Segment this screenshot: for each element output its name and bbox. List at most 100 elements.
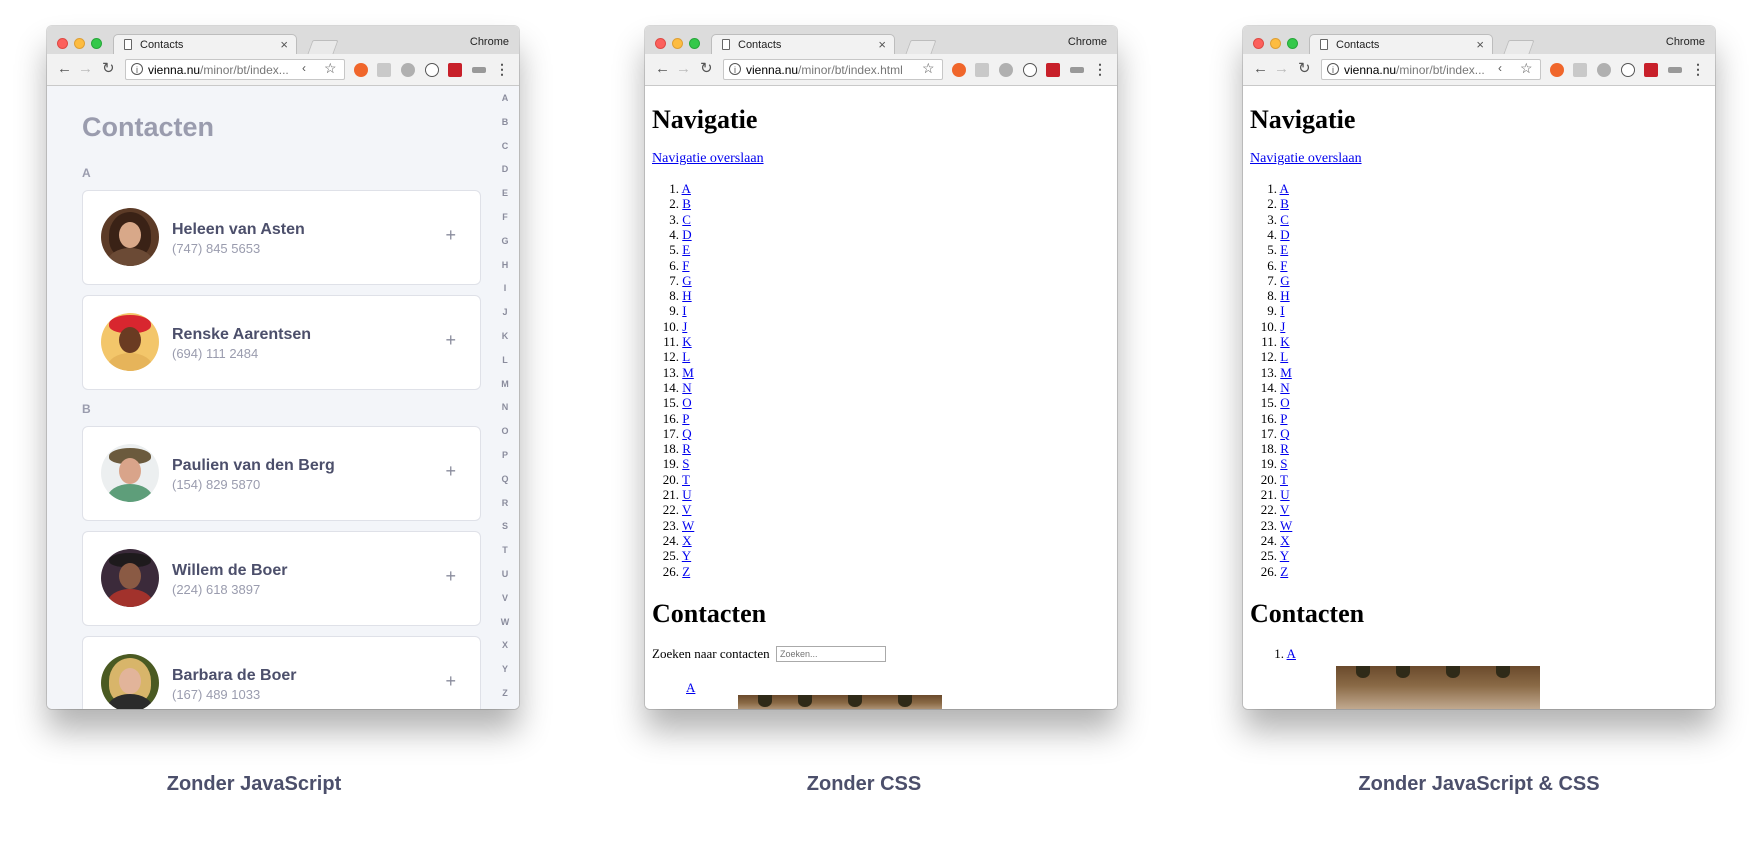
close-tab-icon[interactable]: ×	[1476, 37, 1484, 52]
alphabet-link[interactable]: C	[682, 212, 691, 227]
info-extension-icon[interactable]	[425, 63, 439, 77]
contact-card[interactable]: Paulien van den Berg (154) 829 5870 +	[82, 426, 481, 521]
maximize-window-button[interactable]	[1287, 38, 1298, 49]
skip-nav-link[interactable]: Navigatie overslaan	[652, 151, 764, 167]
address-bar[interactable]: i vienna.nu/minor/bt/index... ‹ ☆	[1321, 59, 1541, 80]
info-icon[interactable]: i	[131, 63, 143, 75]
reload-icon[interactable]: ↻	[700, 59, 713, 79]
alphabet-link[interactable]: Q	[1280, 426, 1289, 441]
share-icon[interactable]: ‹	[302, 61, 306, 75]
section-link-a[interactable]: A	[1287, 646, 1296, 661]
alphabet-index-letter[interactable]: I	[498, 283, 512, 293]
close-tab-icon[interactable]: ×	[878, 37, 886, 52]
extension-gray-icon[interactable]	[999, 63, 1013, 77]
alphabet-link[interactable]: A	[682, 181, 691, 196]
add-contact-icon[interactable]: +	[445, 461, 456, 482]
extension-orange-icon[interactable]	[354, 63, 368, 77]
contact-card[interactable]: Heleen van Asten (747) 845 5653 +	[82, 190, 481, 285]
tab-contacts[interactable]: Contacts ×	[113, 34, 297, 55]
alphabet-link[interactable]: B	[1280, 196, 1289, 211]
alphabet-index-letter[interactable]: C	[498, 141, 512, 151]
alphabet-link[interactable]: P	[682, 411, 689, 426]
menu-icon[interactable]: ⋮	[495, 60, 509, 78]
info-icon[interactable]: i	[729, 63, 741, 75]
alphabet-index-letter[interactable]: R	[498, 498, 512, 508]
alphabet-index-letter[interactable]: D	[498, 164, 512, 174]
alphabet-link[interactable]: Z	[1280, 564, 1288, 579]
alphabet-index-letter[interactable]: V	[498, 593, 512, 603]
alphabet-link[interactable]: Y	[1280, 548, 1289, 563]
alphabet-index-letter[interactable]: E	[498, 188, 512, 198]
glasses-icon[interactable]	[1070, 67, 1084, 73]
alphabet-link[interactable]: I	[682, 303, 686, 318]
alphabet-link[interactable]: V	[682, 502, 691, 517]
alphabet-link[interactable]: T	[1280, 472, 1288, 487]
reload-icon[interactable]: ↻	[102, 59, 115, 79]
alphabet-link[interactable]: R	[1280, 441, 1289, 456]
alphabet-link[interactable]: O	[682, 395, 691, 410]
alphabet-link[interactable]: E	[1280, 242, 1288, 257]
close-window-button[interactable]	[655, 38, 666, 49]
reload-icon[interactable]: ↻	[1298, 59, 1311, 79]
new-tab-button[interactable]	[1503, 40, 1535, 54]
close-window-button[interactable]	[1253, 38, 1264, 49]
bookmark-star-icon[interactable]: ☆	[922, 60, 935, 77]
menu-icon[interactable]: ⋮	[1093, 60, 1107, 78]
alphabet-index-letter[interactable]: U	[498, 569, 512, 579]
camera-icon[interactable]	[975, 63, 989, 77]
alphabet-index-letter[interactable]: Z	[498, 688, 512, 698]
alphabet-link[interactable]: S	[1280, 456, 1287, 471]
section-link-a[interactable]: A	[686, 680, 695, 696]
alphabet-index-letter[interactable]: M	[498, 379, 512, 389]
alphabet-link[interactable]: W	[1280, 518, 1292, 533]
alphabet-link[interactable]: H	[1280, 288, 1289, 303]
tab-contacts[interactable]: Contacts ×	[711, 34, 895, 55]
add-contact-icon[interactable]: +	[445, 671, 456, 692]
alphabet-link[interactable]: K	[682, 334, 691, 349]
alphabet-index-letter[interactable]: J	[498, 307, 512, 317]
alphabet-index-letter[interactable]: G	[498, 236, 512, 246]
alphabet-link[interactable]: S	[682, 456, 689, 471]
alphabet-link[interactable]: M	[1280, 365, 1292, 380]
alphabet-index-letter[interactable]: T	[498, 545, 512, 555]
back-arrow-icon[interactable]: ←	[655, 59, 670, 79]
new-tab-button[interactable]	[905, 40, 937, 54]
alphabet-link[interactable]: L	[1280, 349, 1288, 364]
contact-card[interactable]: Barbara de Boer (167) 489 1033 +	[82, 636, 481, 709]
camera-icon[interactable]	[1573, 63, 1587, 77]
info-extension-icon[interactable]	[1621, 63, 1635, 77]
alphabet-link[interactable]: X	[682, 533, 691, 548]
alphabet-link[interactable]: F	[1280, 258, 1287, 273]
alphabet-link[interactable]: U	[1280, 487, 1289, 502]
back-arrow-icon[interactable]: ←	[57, 59, 72, 79]
contact-card[interactable]: Renske Aarentsen (694) 111 2484 +	[82, 295, 481, 390]
alphabet-link[interactable]: Z	[682, 564, 690, 579]
minimize-window-button[interactable]	[1270, 38, 1281, 49]
minimize-window-button[interactable]	[672, 38, 683, 49]
alphabet-link[interactable]: D	[1280, 227, 1289, 242]
alphabet-link[interactable]: F	[682, 258, 689, 273]
share-icon[interactable]: ‹	[1498, 61, 1502, 75]
forward-arrow-icon[interactable]: →	[676, 59, 691, 79]
alphabet-index-letter[interactable]: B	[498, 117, 512, 127]
add-contact-icon[interactable]: +	[445, 225, 456, 246]
alphabet-link[interactable]: D	[682, 227, 691, 242]
info-icon[interactable]: i	[1327, 63, 1339, 75]
alphabet-link[interactable]: H	[682, 288, 691, 303]
alphabet-link[interactable]: E	[682, 242, 690, 257]
alphabet-link[interactable]: K	[1280, 334, 1289, 349]
maximize-window-button[interactable]	[91, 38, 102, 49]
alphabet-link[interactable]: L	[682, 349, 690, 364]
info-extension-icon[interactable]	[1023, 63, 1037, 77]
alphabet-link[interactable]: B	[682, 196, 691, 211]
alphabet-link[interactable]: U	[682, 487, 691, 502]
extension-gray-icon[interactable]	[1597, 63, 1611, 77]
contact-card[interactable]: Willem de Boer (224) 618 3897 +	[82, 531, 481, 626]
add-contact-icon[interactable]: +	[445, 566, 456, 587]
glasses-icon[interactable]	[1668, 67, 1682, 73]
alphabet-index-letter[interactable]: K	[498, 331, 512, 341]
alphabet-link[interactable]: I	[1280, 303, 1284, 318]
alphabet-link[interactable]: Y	[682, 548, 691, 563]
alphabet-link[interactable]: O	[1280, 395, 1289, 410]
alphabet-index-letter[interactable]: W	[498, 617, 512, 627]
